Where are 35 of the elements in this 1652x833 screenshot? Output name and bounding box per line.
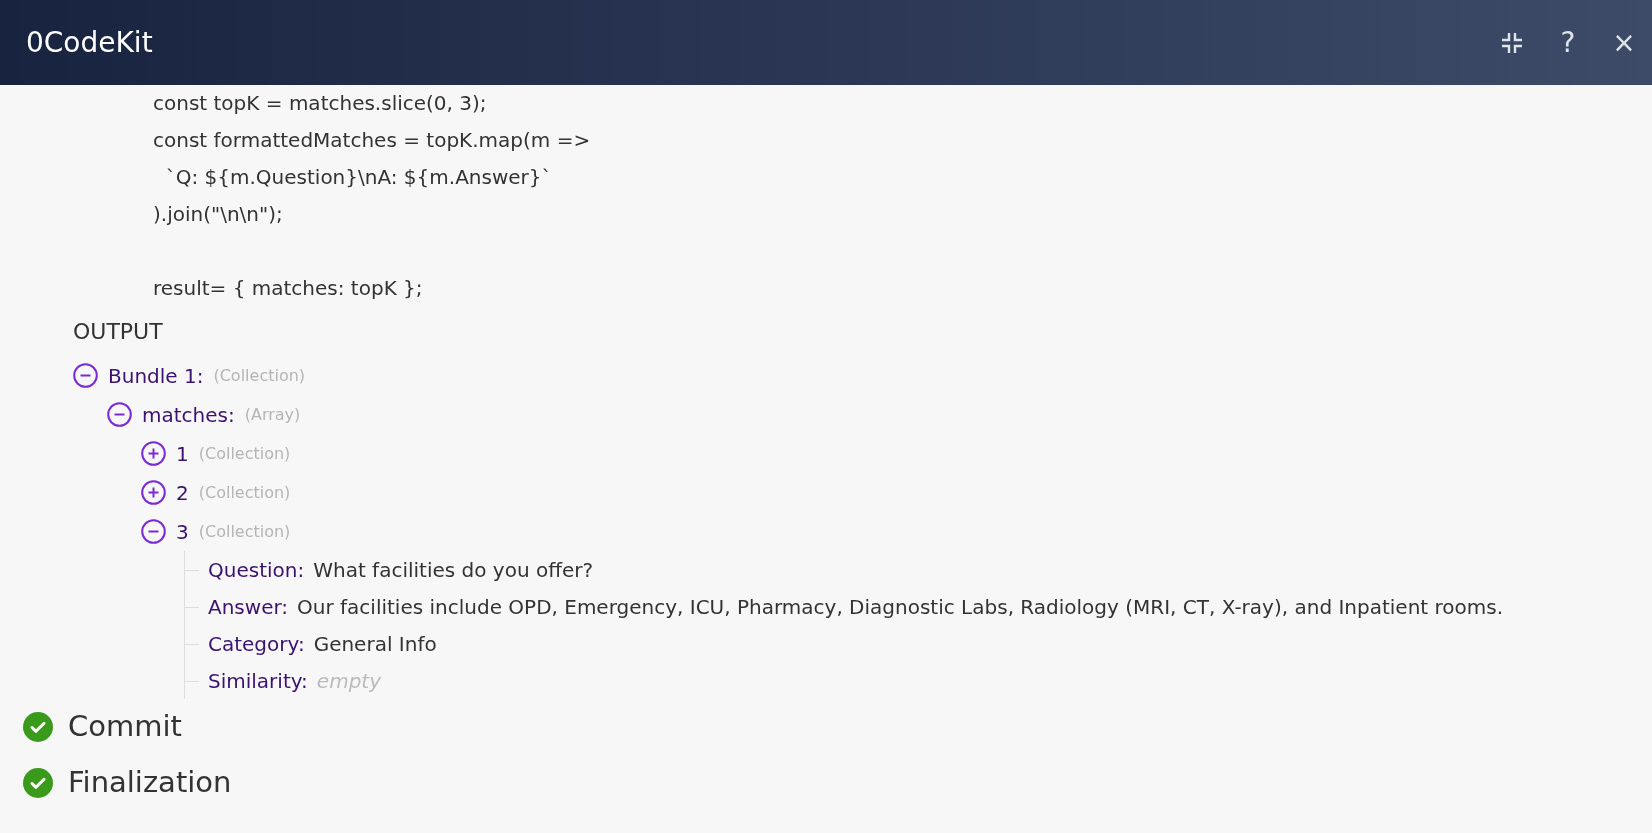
field-value: Our facilities include OPD, Emergency, ICU, Pharmacy, Diagnostic Labs, Radiology (MRI, CT, X-ray), and Inpatient rooms. (297, 593, 1504, 621)
close-button[interactable]: × (1596, 12, 1652, 73)
node-type: (Collection) (198, 481, 291, 504)
collapse-icon[interactable] (141, 519, 166, 544)
app-title: 0CodeKit (26, 24, 153, 61)
field-value: What facilities do you offer? (313, 556, 594, 584)
field-label: Category: (208, 630, 305, 658)
node-type: (Array) (244, 403, 301, 426)
node-label[interactable]: matches: (142, 399, 235, 430)
collapse-icon (1500, 30, 1524, 55)
code-line: const topK = matches.slice(0, 3); (153, 90, 487, 117)
help-button[interactable]: ? (1540, 12, 1596, 73)
node-type: (Collection) (198, 442, 291, 465)
field-value: General Info (313, 630, 437, 658)
collapse-icon[interactable] (73, 363, 98, 388)
collapse-icon[interactable] (107, 402, 132, 427)
node-label[interactable]: 1 (176, 438, 189, 469)
field-label: Answer: (208, 593, 289, 621)
node-label[interactable]: 2 (176, 477, 189, 508)
node-type: (Collection) (198, 520, 291, 543)
step-label: Finalization (68, 764, 232, 802)
node-type: (Collection) (213, 364, 306, 387)
step-label: Commit (68, 708, 182, 746)
code-line: result= { matches: topK }; (153, 275, 423, 302)
node-label[interactable]: Bundle 1: (108, 360, 204, 391)
expand-icon[interactable] (141, 441, 166, 466)
code-line: `Q: ${m.Question}\nA: ${m.Answer}` (164, 164, 552, 191)
section-heading: OUTPUT (73, 318, 163, 346)
field-label: Similarity: (208, 667, 308, 695)
code-line: const formattedMatches = topK.map(m => (153, 127, 591, 154)
node-label[interactable]: 3 (176, 516, 189, 547)
field-value: empty (316, 667, 381, 695)
field-label: Question: (208, 556, 305, 584)
expand-icon[interactable] (141, 480, 166, 505)
code-line: ).join("\n\n"); (153, 201, 283, 228)
